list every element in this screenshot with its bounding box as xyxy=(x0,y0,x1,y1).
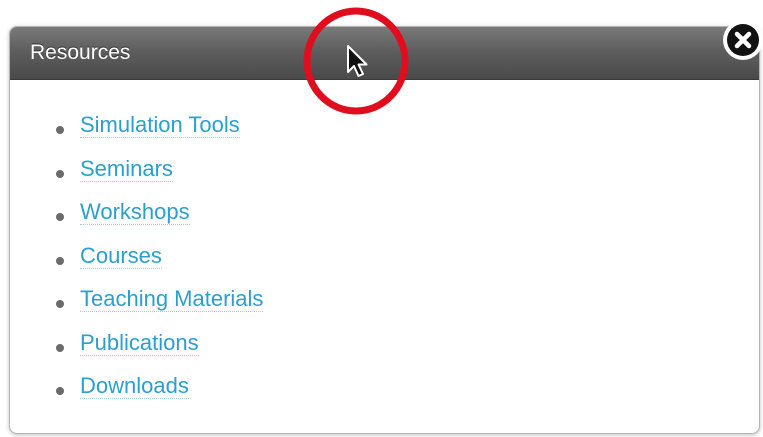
simulation-tools-link[interactable]: Simulation Tools xyxy=(80,112,240,138)
screenshot-stage: Resources Simulation Tools Seminars Work… xyxy=(0,0,763,437)
list-item: Simulation Tools xyxy=(10,111,263,155)
close-button[interactable] xyxy=(723,20,763,60)
resource-list: Simulation Tools Seminars Workshops Cour… xyxy=(10,111,264,416)
close-icon xyxy=(727,24,759,56)
bullet-icon xyxy=(56,256,64,265)
list-item: Courses xyxy=(10,242,263,286)
bullet-icon xyxy=(56,126,64,134)
panel-header: Resources xyxy=(10,27,759,80)
downloads-link[interactable]: Downloads xyxy=(80,373,189,399)
list-item: Publications xyxy=(10,329,263,373)
list-item: Downloads xyxy=(10,372,263,416)
courses-link[interactable]: Courses xyxy=(80,242,162,269)
bullet-icon xyxy=(56,387,64,395)
panel-title: Resources xyxy=(30,41,131,64)
list-item: Teaching Materials xyxy=(10,285,264,329)
bullet-icon xyxy=(56,169,64,178)
bullet-icon xyxy=(56,343,64,352)
workshops-link[interactable]: Workshops xyxy=(80,199,190,225)
publications-link[interactable]: Publications xyxy=(80,329,199,356)
bullet-icon xyxy=(56,300,64,308)
teaching-materials-link[interactable]: Teaching Materials xyxy=(80,286,264,312)
resources-panel: Resources Simulation Tools Seminars Work… xyxy=(9,26,760,434)
bullet-icon xyxy=(56,213,64,221)
list-item: Seminars xyxy=(10,155,263,199)
seminars-link[interactable]: Seminars xyxy=(80,155,173,182)
list-item: Workshops xyxy=(10,198,263,242)
